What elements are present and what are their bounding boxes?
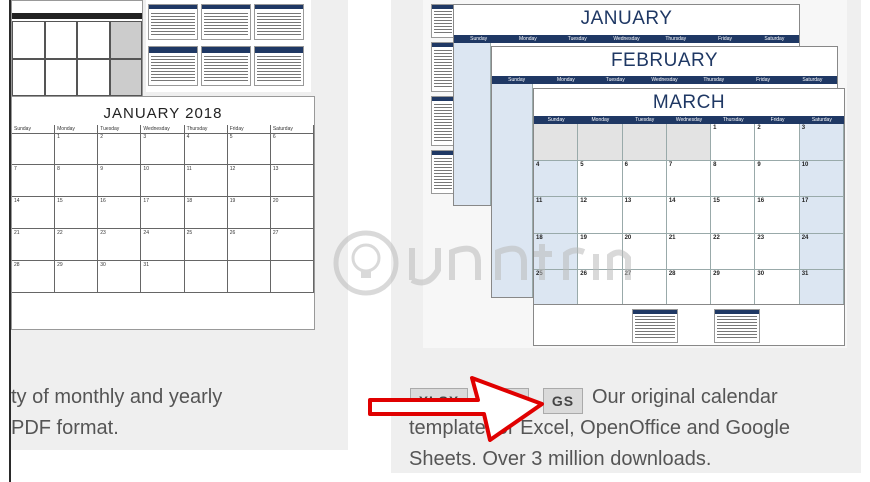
day-cell: 9 [755, 160, 800, 198]
day-cell: 21 [666, 233, 712, 271]
day-cell: 14 [12, 197, 56, 229]
weekday-label: Sunday [508, 77, 526, 83]
weekday-header: Sunday Monday Tuesday Wednesday Thursday Frid… [12, 125, 314, 134]
february-title: FEBRUARY [610, 50, 719, 71]
left-template-card[interactable]: JANUARY 2018 Sunday Monday Tuesday Wednesda… [11, 0, 348, 450]
weekday-label: Thursday [722, 117, 744, 123]
weekday-label: Saturday [764, 36, 785, 42]
calendar-title: JANUARY 2018 [103, 105, 223, 122]
day-cell: 29 [711, 270, 756, 307]
day-cell: 17 [141, 197, 185, 229]
day-cell: 1 [711, 124, 756, 161]
day-cell: 8 [711, 160, 756, 198]
mini-months-thumbnail [146, 0, 311, 92]
day-cell: 19 [227, 197, 271, 229]
day-cell: 30 [98, 261, 142, 293]
day-cell: 23 [755, 233, 800, 271]
weekday-label: Saturday [802, 77, 823, 83]
weekday-label: Tuesday [635, 117, 655, 123]
day-cell: 28 [12, 261, 56, 293]
day-cell: 22 [55, 229, 99, 261]
day-cell: 16 [98, 197, 142, 229]
day-cell [578, 124, 623, 161]
red-arrow-icon [368, 376, 544, 442]
weekday-label: Saturday [811, 117, 832, 123]
day-cell [227, 261, 271, 293]
day-cell [12, 133, 56, 165]
weekday-label: Sunday [470, 36, 488, 42]
weekday-label: Friday [770, 117, 785, 123]
day-cell: 13 [270, 165, 314, 197]
weekday-label: Monday [591, 117, 610, 123]
day-cell: 7 [666, 160, 712, 198]
weekday-label: Wednesday [651, 77, 678, 83]
left-description-line-2: PDF format. [11, 417, 119, 439]
day-grid: 1 2 3 4 5 6 7 8 9 10 11 12 13 14 15 16 17 18 19 20 21 22 23 24 2… [12, 133, 314, 293]
day-cell: 12 [227, 165, 271, 197]
day-cell: 29 [55, 261, 99, 293]
day-cell: 4 [184, 133, 228, 165]
day-cell: 8 [55, 165, 99, 197]
weekday-label: Wednesday [613, 36, 640, 42]
weekday-label: Friday [756, 77, 770, 83]
day-cell: 5 [227, 133, 271, 165]
day-cell: 20 [270, 197, 314, 229]
day-cell: 24 [141, 229, 185, 261]
day-cell [270, 261, 314, 293]
day-cell: 31 [799, 270, 844, 307]
yearly-calendar-thumbnail [11, 0, 143, 97]
day-cell: 1 [55, 133, 99, 165]
january-title: JANUARY [580, 8, 673, 29]
day-cell: 30 [755, 270, 800, 307]
weekday-label: Sunday [547, 117, 565, 123]
weekday-label: Monday [557, 77, 575, 83]
day-cell: 4 [534, 160, 579, 198]
day-cell: 3 [799, 124, 844, 161]
day-cell: 31 [141, 261, 185, 293]
day-cell: 14 [666, 197, 712, 234]
left-description-line-1: ty of monthly and yearly [11, 386, 223, 408]
day-cell: 25 [184, 229, 228, 261]
day-cell: 17 [799, 197, 844, 234]
day-cell: 27 [270, 229, 314, 261]
bulb-logo-icon [333, 230, 631, 296]
day-cell [534, 124, 579, 161]
day-cell: 11 [184, 165, 228, 197]
weekday-label: Thursday [665, 36, 687, 42]
day-cell: 10 [141, 165, 185, 197]
weekday-label: Wednesday [675, 117, 703, 123]
day-cell: 21 [12, 229, 56, 261]
day-cell: 2 [98, 133, 142, 165]
day-cell: 15 [711, 197, 756, 234]
day-cell: 2 [755, 124, 800, 161]
day-cell: 23 [98, 229, 142, 261]
day-cell [622, 124, 667, 161]
day-cell: 15 [55, 197, 99, 229]
right-description-line-3: Sheets. Over 3 million downloads. [409, 448, 712, 470]
day-cell: 26 [227, 229, 271, 261]
weekday-label: Monday [519, 36, 537, 42]
day-cell: 10 [799, 160, 844, 198]
left-description: ty of monthly and yearly PDF format. [11, 382, 222, 444]
day-cell: 18 [184, 197, 228, 229]
march-title: MARCH [652, 92, 726, 113]
day-cell: 28 [666, 270, 712, 307]
day-cell: 24 [799, 233, 844, 271]
weekday-label: Tuesday [605, 77, 625, 83]
day-cell: 16 [755, 197, 800, 234]
day-cell [666, 124, 712, 161]
day-cell: 6 [622, 160, 667, 198]
day-cell: 5 [578, 160, 623, 198]
january-2018-calendar: JANUARY 2018 Sunday Monday Tuesday Wednesda… [11, 96, 315, 330]
day-cell: 6 [270, 133, 314, 165]
weekday-label: Tuesday [567, 36, 587, 42]
day-cell: 7 [12, 165, 56, 197]
day-cell [184, 261, 228, 293]
weekday-label: Thursday [703, 77, 725, 83]
day-cell: 3 [141, 133, 185, 165]
weekday-label: Friday [718, 36, 732, 42]
day-cell: 22 [711, 233, 756, 271]
day-cell: 9 [98, 165, 142, 197]
